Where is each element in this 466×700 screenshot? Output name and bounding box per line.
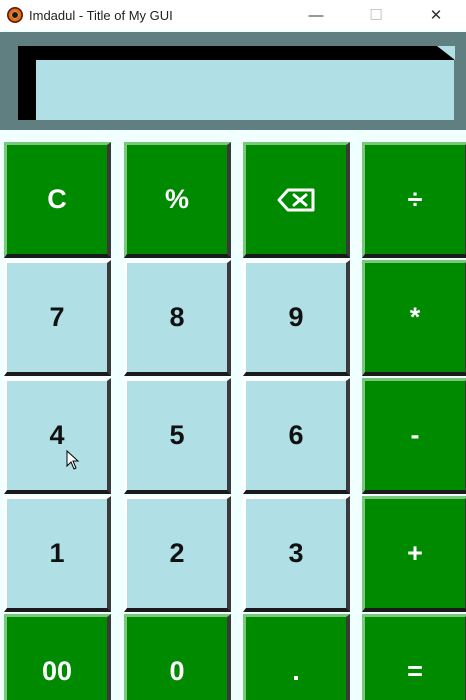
clear-button[interactable]: C (4, 142, 111, 258)
key-label: ÷ (407, 184, 423, 214)
keypad: C% ÷ 7 8 9 * 4 5 6-1 2 3 +00 0. = (0, 140, 466, 700)
window-controls: — ☐ ✕ (286, 0, 466, 30)
digit-3-button[interactable]: 3 (243, 496, 350, 612)
maximize-button[interactable]: ☐ (346, 0, 406, 30)
digit-7-button[interactable]: 7 (4, 260, 111, 376)
digit-0-button[interactable]: 0 (124, 614, 231, 700)
key-label: = (407, 656, 423, 686)
close-button[interactable]: ✕ (406, 0, 466, 30)
digit-2-button[interactable]: 2 (124, 496, 231, 612)
key-label: 1 (49, 538, 65, 568)
mouse-cursor-icon (66, 450, 80, 470)
minimize-icon: — (308, 6, 324, 24)
close-icon: ✕ (429, 7, 443, 24)
digit-4-button[interactable]: 4 (4, 378, 111, 494)
double-zero-button[interactable]: 00 (4, 614, 111, 700)
percent-button[interactable]: % (124, 142, 231, 258)
window-title: Imdadul - Title of My GUI (29, 7, 173, 23)
key-label: 4 (49, 420, 65, 450)
backspace-icon (277, 188, 315, 211)
digit-6-button[interactable]: 6 (243, 378, 350, 494)
key-label: 0 (169, 656, 185, 686)
key-label: 00 (41, 656, 73, 686)
equals-button[interactable]: = (362, 614, 466, 700)
display-area (0, 30, 466, 140)
key-label: 5 (169, 420, 185, 450)
key-label: 9 (288, 302, 304, 332)
app-logo-icon (7, 7, 23, 23)
maximize-icon: ☐ (369, 7, 383, 24)
backspace-button[interactable] (243, 142, 350, 258)
display-frame (0, 32, 466, 130)
digit-9-button[interactable]: 9 (243, 260, 350, 376)
key-label: C (47, 184, 67, 214)
display-screen (18, 46, 455, 120)
digit-5-button[interactable]: 5 (124, 378, 231, 494)
key-label: + (407, 538, 423, 568)
divide-button[interactable]: ÷ (362, 142, 466, 258)
digit-8-button[interactable]: 8 (124, 260, 231, 376)
key-label: . (292, 656, 300, 686)
add-button[interactable]: + (362, 496, 466, 612)
title-bar: Imdadul - Title of My GUI — ☐ ✕ (0, 0, 466, 30)
key-label: 2 (169, 538, 185, 568)
key-label: 8 (169, 302, 185, 332)
minimize-button[interactable]: — (286, 0, 346, 30)
key-label: 7 (49, 302, 65, 332)
subtract-button[interactable]: - (362, 378, 466, 494)
key-label: - (410, 420, 420, 450)
key-label: 3 (288, 538, 304, 568)
multiply-button[interactable]: * (362, 260, 466, 376)
decimal-button[interactable]: . (243, 614, 350, 700)
key-label: * (409, 302, 421, 332)
key-label: % (164, 184, 189, 214)
key-label: 6 (288, 420, 304, 450)
digit-1-button[interactable]: 1 (4, 496, 111, 612)
